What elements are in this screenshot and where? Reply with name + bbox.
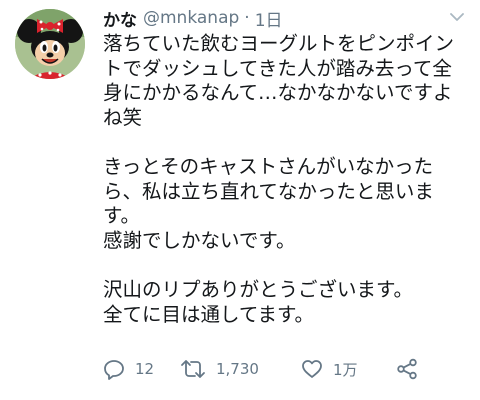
tweet-paragraph: 沢山のリプありがとうございます。 bbox=[103, 277, 414, 301]
username[interactable]: @mnkanap bbox=[143, 8, 239, 28]
retweet-icon bbox=[181, 360, 205, 378]
timestamp[interactable]: 1日 bbox=[255, 6, 283, 31]
like-button[interactable]: 1万 bbox=[301, 356, 358, 382]
reply-icon bbox=[104, 360, 124, 380]
tweet-paragraph: 落ちていた飲むヨーグルトをピンポイントでダッシュしてきた人が踏み去って全身にかか… bbox=[103, 32, 455, 129]
minnie-mouse-avatar-icon bbox=[15, 9, 85, 79]
tweet-paragraph: 感謝でしかないです。 bbox=[103, 228, 296, 252]
heart-icon bbox=[302, 360, 322, 378]
tweet-text: 落ちていた飲むヨーグルトをピンポイントでダッシュしてきた人が踏み去って全身にかか… bbox=[103, 32, 465, 327]
reply-button[interactable]: 12 bbox=[103, 356, 154, 382]
reply-count: 12 bbox=[135, 360, 155, 378]
retweet-button[interactable]: 1,730 bbox=[180, 356, 259, 382]
chevron-down-icon bbox=[450, 12, 464, 21]
retweet-count: 1,730 bbox=[216, 360, 259, 378]
display-name[interactable]: かな bbox=[103, 6, 137, 31]
tweet-menu-button[interactable] bbox=[446, 9, 468, 25]
like-count: 1万 bbox=[333, 360, 358, 379]
tweet-paragraph: 全てに目は通してます。 bbox=[103, 302, 314, 326]
share-icon bbox=[397, 358, 417, 380]
separator: · bbox=[244, 8, 250, 28]
tweet: かな @mnkanap · 1日 落ちていた飲むヨーグルトをピンポイントでダッシ… bbox=[0, 0, 480, 400]
tweet-paragraph: きっとそのキャストさんがいなかったら、私は立ち直れてなかったと思います。 bbox=[103, 154, 434, 228]
tweet-actions: 12 1,730 1万 bbox=[103, 356, 433, 382]
avatar[interactable] bbox=[15, 9, 85, 79]
tweet-header: かな @mnkanap · 1日 bbox=[103, 5, 283, 31]
share-button[interactable] bbox=[396, 356, 418, 382]
